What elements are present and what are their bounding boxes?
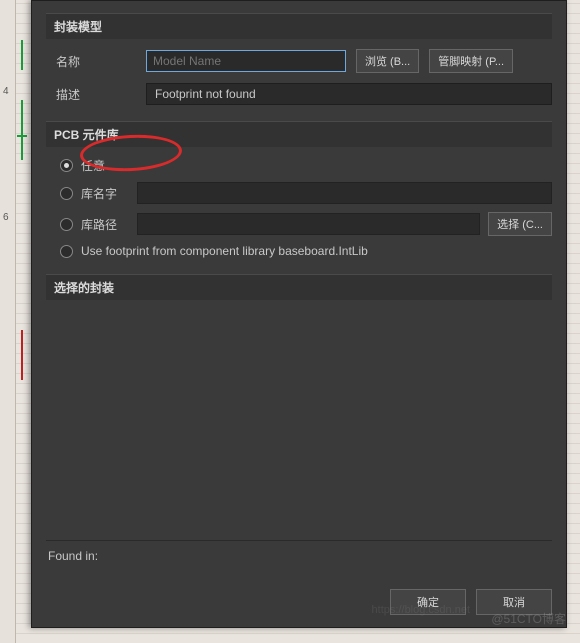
ruler-tick: 6 — [3, 212, 9, 223]
model-name-input[interactable] — [146, 50, 346, 72]
radio-any[interactable] — [60, 159, 73, 172]
ok-button[interactable]: 确定 — [390, 589, 466, 615]
dialog-button-bar: 确定 取消 — [46, 581, 552, 615]
radio-libname[interactable] — [60, 187, 73, 200]
desc-value: Footprint not found — [146, 83, 552, 105]
radio-libpath[interactable] — [60, 218, 73, 231]
name-label: 名称 — [56, 53, 136, 70]
name-row: 名称 浏览 (B... 管脚映射 (P... — [46, 49, 552, 73]
pinmap-button[interactable]: 管脚映射 (P... — [429, 49, 513, 73]
section-library-header: PCB 元件库 — [46, 121, 552, 147]
radio-libname-label: 库名字 — [81, 185, 129, 202]
vertical-ruler: 4 6 — [0, 0, 16, 643]
libpath-input[interactable] — [137, 213, 480, 235]
radio-any-row: 任意 — [46, 157, 552, 174]
found-in-label: Found in: — [46, 540, 552, 567]
desc-row: 描述 Footprint not found — [46, 83, 552, 105]
browse-button[interactable]: 浏览 (B... — [356, 49, 419, 73]
radio-baseboard[interactable] — [60, 245, 73, 258]
radio-baseboard-row: Use footprint from component library bas… — [46, 244, 552, 258]
pcb-model-dialog: 封装模型 名称 浏览 (B... 管脚映射 (P... 描述 Footprint… — [31, 0, 567, 628]
footprint-preview — [46, 310, 552, 532]
radio-libpath-label: 库路径 — [81, 216, 129, 233]
ruler-tick: 4 — [3, 86, 9, 97]
section-selected-header: 选择的封装 — [46, 274, 552, 300]
radio-baseboard-label: Use footprint from component library bas… — [81, 244, 368, 258]
radio-libname-row: 库名字 — [46, 182, 552, 204]
cancel-button[interactable]: 取消 — [476, 589, 552, 615]
radio-any-label: 任意 — [81, 157, 105, 174]
section-model-header: 封装模型 — [46, 13, 552, 39]
choose-path-button[interactable]: 选择 (C... — [488, 212, 552, 236]
libname-input[interactable] — [137, 182, 552, 204]
radio-libpath-row: 库路径 选择 (C... — [46, 212, 552, 236]
desc-label: 描述 — [56, 86, 136, 103]
